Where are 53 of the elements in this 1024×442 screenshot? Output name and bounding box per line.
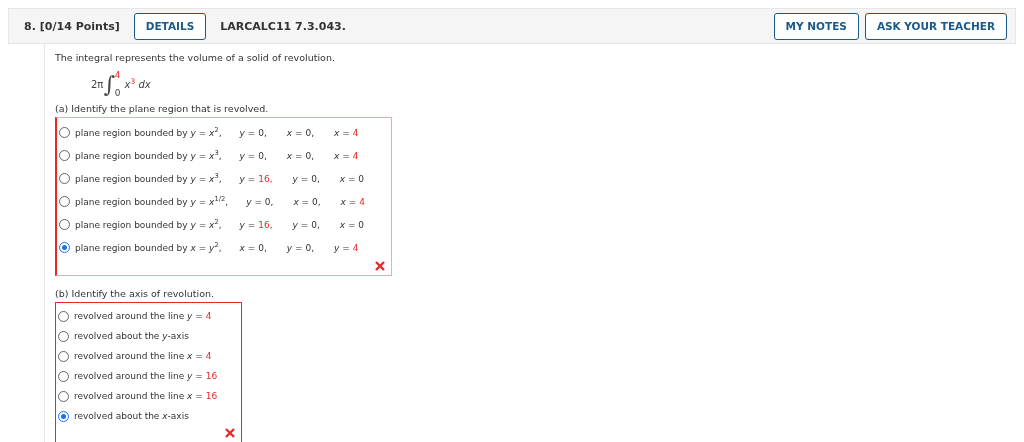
option-text: x = 0, <box>286 150 314 161</box>
option-text: y = 16, <box>239 173 273 184</box>
option-text: revolved about the x-axis <box>74 411 189 421</box>
incorrect-x-icon <box>225 428 236 438</box>
option-text: x = 0, <box>293 196 321 207</box>
option-text: x = 0 <box>339 219 365 230</box>
ask-teacher-button[interactable]: ASK YOUR TEACHER <box>864 12 1007 40</box>
option-text: y = 0, <box>239 127 267 138</box>
option-text: revolved about the y-axis <box>74 331 189 341</box>
option-text: plane region bounded by y = x$^{3}$, <box>75 173 222 184</box>
radio-button[interactable] <box>58 330 69 342</box>
question-text: (b) Identify the axis of revolution. <box>55 288 216 299</box>
problem-code: LARCALC11 7.3.043. <box>220 19 346 33</box>
option-text: y = 16, <box>239 219 273 230</box>
option-text: plane region bounded by y = x$^{2}$, <box>75 219 222 230</box>
option-text: y = 0, <box>286 242 314 253</box>
radio-button[interactable] <box>58 350 69 362</box>
option-text: plane region bounded by y = x$^{3}$, <box>75 150 222 161</box>
option-text: revolved around the line y = 16 <box>74 371 218 381</box>
radio-button[interactable] <box>59 242 70 253</box>
notes-button[interactable]: MY NOTES <box>773 12 859 40</box>
option-text: y = 4 <box>334 242 359 253</box>
details-button[interactable]: DETAILS <box>133 12 207 40</box>
radio-button[interactable] <box>58 390 69 402</box>
option-text: x = 0, <box>239 242 267 253</box>
incorrect-x-icon <box>374 261 385 271</box>
option-text: x = 4 <box>334 150 359 161</box>
option-text: plane region bounded by y = x$^{2}$, <box>75 127 222 138</box>
option-text: y = 0, <box>292 219 320 230</box>
option-text: revolved around the line x = 4 <box>74 351 212 361</box>
radio-button[interactable] <box>59 173 70 184</box>
radio-button[interactable] <box>59 196 70 207</box>
option-text: y = 0, <box>239 150 267 161</box>
option-text: x = 0, <box>286 127 314 138</box>
question-number: 8. <box>24 19 36 33</box>
radio-button[interactable] <box>58 370 69 382</box>
option-text: x = 4 <box>334 127 359 138</box>
radio-button[interactable] <box>58 310 69 322</box>
option-text: revolved around the line x = 16 <box>74 391 218 401</box>
question-text: (a) Identify the plane region that is revolved. <box>55 103 270 114</box>
problem-statement: The integral represents the volume of a solid of revolution. <box>55 52 336 63</box>
radio-button[interactable] <box>59 127 70 138</box>
option-text: x = 0 <box>339 173 365 184</box>
option-text: plane region bounded by x = y$^{2}$, <box>75 242 222 253</box>
radio-button[interactable] <box>58 410 69 422</box>
option-text: plane region bounded by y = x$^{1/2}$, <box>75 196 229 207</box>
option-text: y = 0, <box>246 196 274 207</box>
radio-button[interactable] <box>59 219 70 230</box>
points-label: [0/14 Points] <box>39 19 120 33</box>
option-text: revolved around the line y = 4 <box>74 311 212 321</box>
option-text: y = 0, <box>292 173 320 184</box>
option-text: x = 4 <box>340 196 365 207</box>
radio-button[interactable] <box>59 150 70 161</box>
